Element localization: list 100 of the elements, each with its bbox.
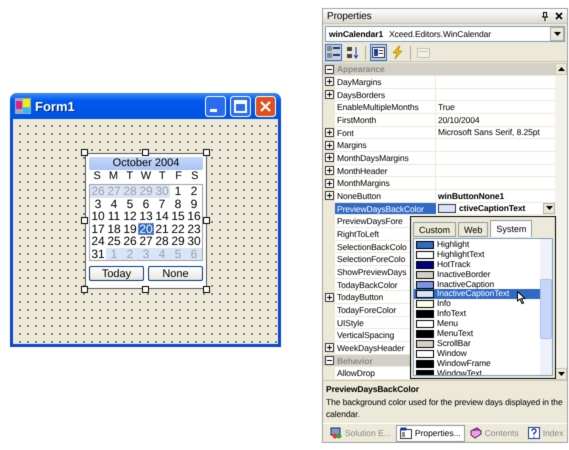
expand-icon[interactable]	[324, 153, 334, 162]
property-name[interactable]: UIStyle	[335, 316, 366, 328]
dropdown-button[interactable]	[550, 27, 564, 42]
property-value[interactable]: ctiveCaptionText	[459, 202, 526, 214]
property-name[interactable]: FirstMonth	[335, 114, 378, 126]
calendar-day[interactable]: 30	[186, 235, 202, 248]
property-value[interactable]: Microsoft Sans Serif, 8.25pt	[438, 126, 540, 138]
calendar-day[interactable]: 12	[122, 210, 138, 222]
property-name[interactable]: NoneButton	[335, 190, 383, 202]
property-name[interactable]: EnableMultipleMonths	[335, 101, 421, 113]
scroll-down-button[interactable]	[555, 368, 567, 380]
property-value[interactable]: winButtonNone1	[438, 190, 504, 202]
color-option[interactable]: MenuText	[414, 329, 540, 339]
expand-icon[interactable]	[324, 128, 334, 137]
close-button[interactable]	[255, 96, 276, 116]
calendar-day[interactable]: 28	[154, 235, 170, 248]
scroll-up-button[interactable]	[555, 63, 567, 76]
color-option[interactable]: WindowFrame	[414, 358, 540, 369]
calendar-day[interactable]: 5	[122, 198, 138, 210]
scroll-thumb[interactable]	[540, 279, 552, 339]
property-name[interactable]: AllowDrop	[335, 367, 377, 380]
property-value[interactable]: 20/10/2004	[438, 114, 480, 126]
expand-icon[interactable]	[324, 292, 334, 302]
collapse-icon[interactable]	[324, 64, 334, 74]
scrollbar[interactable]	[555, 63, 567, 380]
calendar-day[interactable]: 17	[90, 222, 106, 235]
alphabetical-button[interactable]	[344, 44, 361, 62]
expand-icon[interactable]	[324, 191, 334, 200]
selection-handle[interactable]	[81, 149, 88, 156]
calendar-day[interactable]: 22	[170, 222, 186, 235]
property-name[interactable]: MonthDaysMargins	[335, 152, 411, 164]
property-name[interactable]: MonthHeader	[335, 164, 390, 176]
picker-tab[interactable]: Web	[458, 222, 488, 237]
calendar[interactable]: October 2004 S M T W T F S 26 27 28 29 30 1 2 3 4 5 6 7 8 9 10 11 12 13 14 15 16 17 18 19 20 21 22 23 24 25 26 27 28 29 30 31 1 2 3 4 5 6 Today None	[85, 153, 207, 289]
property-name[interactable]: TodayButton	[335, 291, 386, 303]
calendar-day[interactable]: 20	[138, 222, 154, 235]
property-name[interactable]: SelectionForeColo	[335, 253, 408, 265]
expand-icon[interactable]	[324, 90, 334, 99]
calendar-day[interactable]: 4	[106, 198, 122, 210]
scrollbar[interactable]	[540, 239, 552, 375]
property-name[interactable]: WeekDaysHeader	[335, 342, 406, 354]
calendar-day[interactable]: 2	[186, 185, 202, 198]
expand-icon[interactable]	[324, 140, 334, 150]
panel-tab[interactable]: Properties...	[396, 424, 465, 442]
calendar-day[interactable]: 11	[106, 210, 122, 222]
selection-handle[interactable]	[142, 149, 149, 156]
calendar-day[interactable]: 31	[90, 248, 106, 260]
selection-handle[interactable]	[203, 286, 210, 293]
calendar-button[interactable]: Today	[89, 266, 144, 281]
picker-tab[interactable]: System	[490, 220, 532, 237]
object-selector[interactable]: winCalendar1 Xceed.Editors.WinCalendar	[325, 26, 565, 42]
calendar-day[interactable]: 13	[138, 210, 154, 222]
color-option[interactable]: InfoText	[414, 309, 540, 320]
close-icon[interactable]	[555, 12, 563, 20]
calendar-day[interactable]: 9	[186, 198, 202, 210]
color-option[interactable]: Highlight	[414, 240, 540, 250]
calendar-day[interactable]: 10	[90, 210, 106, 222]
calendar-button[interactable]: None	[148, 266, 203, 281]
calendar-day[interactable]: 7	[154, 198, 170, 210]
color-option[interactable]: InactiveCaption	[414, 280, 540, 290]
calendar-day[interactable]: 3	[90, 198, 106, 210]
color-option[interactable]: HotTrack	[414, 260, 540, 270]
calendar-day[interactable]: 19	[122, 222, 138, 235]
property-name[interactable]: DaysBorders	[335, 88, 388, 100]
calendar-day[interactable]: 24	[90, 235, 106, 248]
property-name[interactable]: Font	[335, 126, 356, 138]
expand-icon[interactable]	[324, 343, 334, 352]
calendar-day[interactable]: 8	[170, 198, 186, 210]
color-option[interactable]: ScrollBar	[414, 338, 540, 349]
picker-tab[interactable]: Custom	[413, 222, 456, 237]
selection-handle[interactable]	[142, 286, 149, 293]
color-option[interactable]: Window	[414, 348, 540, 359]
expand-icon[interactable]	[324, 178, 334, 188]
property-name[interactable]: TodayBackColor	[335, 278, 400, 290]
property-name[interactable]: TodayForeColor	[335, 304, 398, 316]
expand-icon[interactable]	[324, 166, 334, 175]
property-name[interactable]: DayMargins	[335, 76, 384, 88]
calendar-day[interactable]: 1	[170, 185, 186, 198]
color-option[interactable]: InactiveBorder	[414, 270, 540, 280]
color-option[interactable]: Info	[414, 299, 540, 310]
calendar-day[interactable]: 16	[186, 210, 202, 222]
dropdown-button[interactable]	[543, 202, 555, 214]
property-name[interactable]: MonthMargins	[335, 177, 392, 189]
calendar-day[interactable]: 14	[154, 210, 170, 222]
maximize-button[interactable]	[230, 96, 251, 116]
property-value[interactable]: True	[438, 101, 455, 114]
calendar-day[interactable]: 6	[138, 198, 154, 210]
collapse-icon[interactable]	[324, 356, 334, 365]
calendar-day[interactable]: 18	[106, 222, 122, 235]
property-name[interactable]: ShowPreviewDays	[335, 266, 408, 278]
calendar-day[interactable]: 23	[186, 222, 202, 235]
property-name[interactable]: VerticalSpacing	[335, 329, 396, 341]
color-option[interactable]: Menu	[414, 319, 540, 330]
calendar-day[interactable]: 21	[154, 222, 170, 235]
property-name[interactable]: PreviewDaysBackColor	[335, 202, 436, 214]
property-name[interactable]: Margins	[335, 139, 369, 151]
properties-button[interactable]	[370, 44, 387, 62]
calendar-day[interactable]: 27	[138, 235, 154, 248]
expand-icon[interactable]	[324, 77, 334, 86]
property-name[interactable]: PreviewDaysFore	[335, 215, 405, 227]
